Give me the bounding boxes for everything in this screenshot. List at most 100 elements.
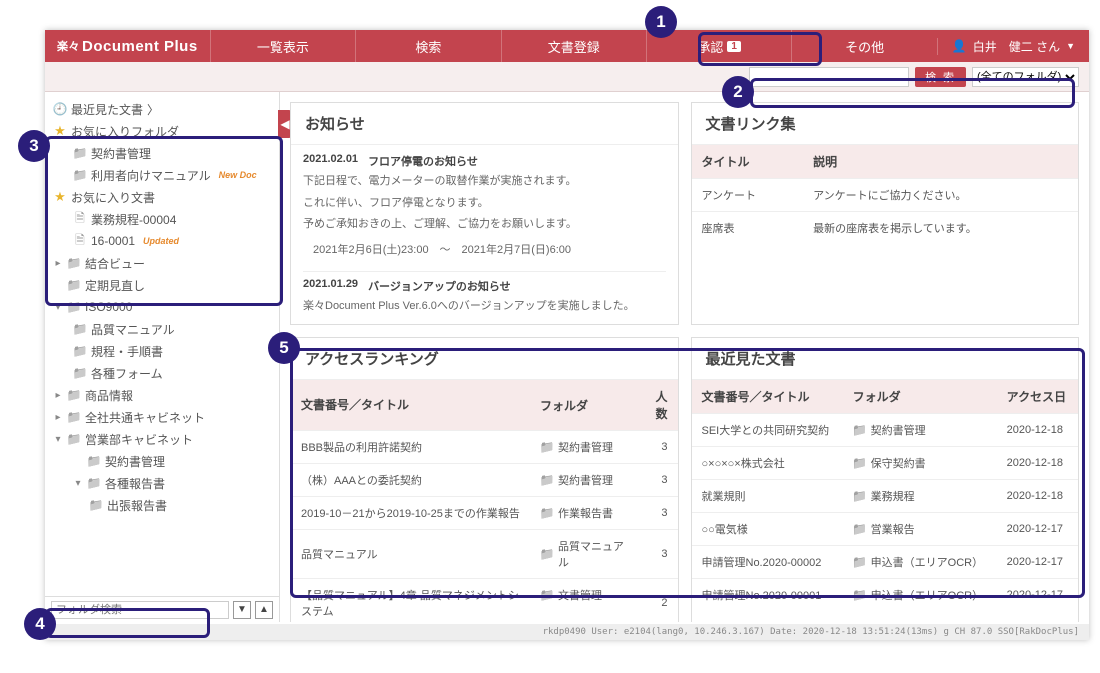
tree-item[interactable]: ▸結合ビュー (45, 252, 279, 274)
sidebar: 最近見た文書 〉 お気に入りフォルダ 契約書管理 利用者向けマニュアル New … (45, 92, 280, 622)
annotation-bubble-4: 4 (24, 608, 56, 640)
chevron-down-icon: ▼ (1066, 41, 1075, 51)
recent-label: 最近見た文書 (71, 101, 143, 118)
nav-other[interactable]: その他 (791, 30, 936, 62)
tree-item[interactable]: 規程・手順書 (45, 340, 279, 362)
folder-search-input[interactable] (51, 601, 229, 619)
user-name: 白井 健二 さん (973, 38, 1060, 55)
fav-doc-item[interactable]: 16-0001 Updated (45, 230, 279, 252)
tree-item[interactable]: ▾ISO9000 (45, 296, 279, 318)
collapse-icon[interactable]: ▾ (73, 478, 83, 489)
approve-badge: 1 (727, 41, 741, 52)
folder-icon (67, 388, 81, 402)
folder-icon (73, 366, 87, 380)
folder-icon (87, 476, 101, 490)
folder-icon (67, 256, 81, 270)
table-row[interactable]: 申請管理No.2020-00001申込書（エリアOCR）2020-12-17 (692, 578, 1079, 611)
table-row[interactable]: 座席表最新の座席表を掲示しています。 (692, 212, 1079, 245)
recent-panel: 最近見た文書 文書番号／タイトルフォルダアクセス日 SEI大学との共同研究契約契… (691, 337, 1080, 622)
notice-panel: お知らせ 2021.02.01 フロア停電のお知らせ 下記日程で、電力メーターの… (290, 102, 679, 325)
notice-1-header: 2021.02.01 フロア停電のお知らせ (303, 153, 666, 169)
clock-icon (53, 102, 67, 116)
folder-icon (853, 588, 867, 602)
tree-item[interactable]: 品質マニュアル (45, 318, 279, 340)
search-button[interactable]: 検 索 (915, 67, 966, 87)
tree-item[interactable]: 定期見直し (45, 274, 279, 296)
folder-scope-select[interactable]: (全てのフォルダ) (972, 67, 1079, 87)
sidebar-footer: ▼ ▲ (45, 596, 279, 622)
table-row[interactable]: アンケートアンケートにご協力ください。 (692, 179, 1079, 212)
collapse-icon[interactable]: ▾ (53, 302, 63, 313)
table-row[interactable]: 【品質マニュアル】4章 品質マネジメントシステム文書管理2 (291, 578, 678, 622)
tree-item[interactable]: ▾営業部キャビネット (45, 428, 279, 450)
tree-item[interactable]: ▾各種報告書 (45, 472, 279, 494)
folder-icon (67, 278, 81, 292)
folder-icon (853, 456, 867, 470)
user-menu[interactable]: 👤 白井 健二 さん ▼ (937, 38, 1089, 55)
table-row[interactable]: ○×○×○×株式会社保守契約書2020-12-18 (692, 446, 1079, 479)
folder-search-down[interactable]: ▼ (233, 601, 251, 619)
table-row[interactable]: 就業規則業務規程2020-12-18 (692, 479, 1079, 512)
tree-item[interactable]: 契約書管理 (45, 450, 279, 472)
logo-prefix: 楽々 (57, 38, 80, 54)
tree-item[interactable]: 出張報告書 (45, 494, 279, 516)
fav-folder-label: お気に入りフォルダ (71, 123, 179, 140)
expand-icon[interactable]: ▸ (53, 258, 63, 269)
links-panel: 文書リンク集 タイトル説明 アンケートアンケートにご協力ください。 座席表最新の… (691, 102, 1080, 325)
logo-name: Document Plus (82, 38, 198, 55)
ranking-panel: アクセスランキング 文書番号／タイトルフォルダ人数 BBB製品の利用許諾契約契約… (290, 337, 679, 622)
expand-icon[interactable]: ▸ (53, 390, 63, 401)
nav-register[interactable]: 文書登録 (501, 30, 646, 62)
ranking-title: アクセスランキング (291, 338, 678, 380)
folder-icon (853, 423, 867, 437)
table-row[interactable]: 品質マニュアル品質マニュアル3 (291, 529, 678, 578)
nav-search[interactable]: 検索 (355, 30, 500, 62)
search-input[interactable] (749, 67, 909, 87)
header-bar: 楽々 Document Plus 一覧表示 検索 文書登録 承認 1 その他 👤… (45, 30, 1089, 62)
nav-list[interactable]: 一覧表示 (210, 30, 355, 62)
links-table: タイトル説明 アンケートアンケートにご協力ください。 座席表最新の座席表を掲示し… (692, 145, 1079, 244)
folder-icon (540, 547, 554, 561)
file-icon (73, 234, 87, 248)
folder-icon (540, 440, 554, 454)
annotation-bubble-5: 5 (268, 332, 300, 364)
fav-folder-header[interactable]: お気に入りフォルダ (45, 120, 279, 142)
fav-folder-item[interactable]: 利用者向けマニュアル New Doc (45, 164, 279, 186)
table-row[interactable]: BBB製品の利用許諾契約契約書管理3 (291, 430, 678, 463)
folder-icon (73, 322, 87, 336)
expand-icon[interactable]: ▸ (53, 412, 63, 423)
search-bar: 検 索 (全てのフォルダ) (45, 62, 1089, 92)
folder-icon (540, 506, 554, 520)
updated-tag: Updated (143, 236, 179, 246)
table-row[interactable]: SEI大学との共同研究契約契約書管理2020-12-18 (692, 413, 1079, 446)
star-icon (53, 190, 67, 204)
table-row[interactable]: 2019-10－21から2019-10-25までの作業報告作業報告書3 (291, 496, 678, 529)
folder-icon (67, 432, 81, 446)
annotation-bubble-2: 2 (722, 76, 754, 108)
table-row[interactable]: ○○電気様営業報告2020-12-17 (692, 512, 1079, 545)
folder-icon (73, 344, 87, 358)
recent-title: 最近見た文書 (692, 338, 1079, 380)
star-icon (53, 124, 67, 138)
folder-tree[interactable]: 最近見た文書 〉 お気に入りフォルダ 契約書管理 利用者向けマニュアル New … (45, 92, 279, 596)
annotation-bubble-3: 3 (18, 130, 50, 162)
logo: 楽々 Document Plus (45, 38, 210, 55)
recent-docs-link[interactable]: 最近見た文書 〉 (45, 98, 279, 120)
folder-icon (67, 410, 81, 424)
main-area: お知らせ 2021.02.01 フロア停電のお知らせ 下記日程で、電力メーターの… (280, 92, 1089, 622)
fav-doc-item[interactable]: 業務規程-00004 (45, 208, 279, 230)
collapse-icon[interactable]: ▾ (53, 434, 63, 445)
fav-doc-header[interactable]: お気に入り文書 (45, 186, 279, 208)
folder-search-up[interactable]: ▲ (255, 601, 273, 619)
tree-item[interactable]: ▸商品情報 (45, 384, 279, 406)
fav-folder-item[interactable]: 契約書管理 (45, 142, 279, 164)
table-row[interactable]: （株）AAAとの委託契約契約書管理3 (291, 463, 678, 496)
folder-icon (73, 146, 87, 160)
top-nav: 一覧表示 検索 文書登録 承認 1 その他 (210, 30, 937, 62)
tree-item[interactable]: ▸全社共通キャビネット (45, 406, 279, 428)
folder-icon (89, 498, 103, 512)
table-row[interactable]: 申請管理No.2020-00002申込書（エリアOCR）2020-12-17 (692, 545, 1079, 578)
notice-1-line: これに伴い、フロア停電となります。 (303, 195, 666, 213)
nav-approve-label: 承認 (697, 37, 723, 56)
tree-item[interactable]: 各種フォーム (45, 362, 279, 384)
